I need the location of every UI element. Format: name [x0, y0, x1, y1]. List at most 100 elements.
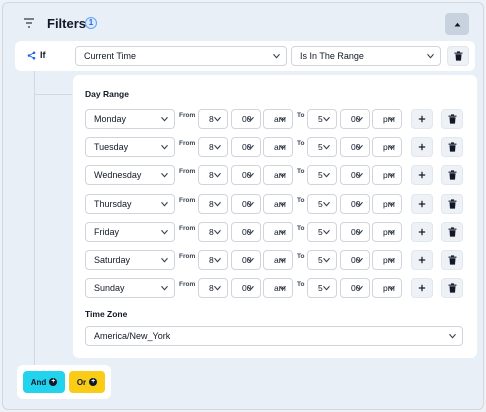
day-select[interactable]: Thursday: [85, 194, 175, 214]
to-minute-select[interactable]: 00: [340, 109, 370, 129]
day-select-value: Wednesday: [94, 170, 142, 180]
from-hour-select[interactable]: 8: [198, 137, 228, 157]
from-ampm-select[interactable]: am: [263, 222, 293, 242]
plus-icon: +: [49, 378, 58, 386]
to-label: To: [297, 112, 305, 119]
chevron-down-icon: [214, 144, 221, 150]
chevron-down-icon: [323, 116, 330, 122]
delete-day-range-button[interactable]: [441, 278, 463, 298]
day-select[interactable]: Wednesday: [85, 165, 175, 185]
filter-icon[interactable]: [23, 17, 35, 29]
to-ampm-select[interactable]: pm: [372, 222, 402, 242]
add-day-range-button[interactable]: [411, 250, 433, 270]
from-hour-select[interactable]: 8: [198, 250, 228, 270]
add-day-range-button[interactable]: [411, 165, 433, 185]
and-label: And: [30, 377, 47, 387]
day-select[interactable]: Friday: [85, 222, 175, 242]
field-select[interactable]: Current Time: [75, 46, 287, 66]
from-minute-select[interactable]: 00: [231, 278, 261, 298]
from-minute-select[interactable]: 00: [231, 222, 261, 242]
chevron-down-icon: [388, 172, 395, 178]
from-hour-select[interactable]: 8: [198, 165, 228, 185]
to-ampm-select[interactable]: pm: [372, 165, 402, 185]
from-hour-select[interactable]: 8: [198, 109, 228, 129]
chevron-down-icon: [323, 257, 330, 263]
to-hour-select[interactable]: 5: [307, 250, 337, 270]
collapse-button[interactable]: [445, 13, 469, 35]
to-hour-select[interactable]: 5: [307, 278, 337, 298]
chevron-down-icon: [161, 257, 168, 263]
chevron-down-icon: [279, 172, 286, 178]
trash-icon: [448, 199, 456, 209]
chevron-down-icon: [356, 116, 363, 122]
to-hour-select[interactable]: 5: [307, 222, 337, 242]
from-ampm-select[interactable]: am: [263, 137, 293, 157]
from-ampm-select[interactable]: am: [263, 165, 293, 185]
add-day-range-button[interactable]: [411, 222, 433, 242]
from-hour-select[interactable]: 8: [198, 194, 228, 214]
from-minute-select[interactable]: 00: [231, 137, 261, 157]
to-minute-select[interactable]: 00: [340, 222, 370, 242]
tree-connector-horizontal: [34, 94, 72, 95]
to-minute-select[interactable]: 00: [340, 137, 370, 157]
to-minute-select[interactable]: 00: [340, 194, 370, 214]
to-ampm-select[interactable]: pm: [372, 109, 402, 129]
add-day-range-button[interactable]: [411, 109, 433, 129]
from-hour-select[interactable]: 8: [198, 278, 228, 298]
from-ampm-select[interactable]: am: [263, 194, 293, 214]
to-ampm-select[interactable]: pm: [372, 278, 402, 298]
from-minute-select[interactable]: 00: [231, 165, 261, 185]
from-hour-select[interactable]: 8: [198, 222, 228, 242]
chevron-down-icon: [427, 53, 434, 59]
chevron-down-icon: [323, 144, 330, 150]
to-minute-select[interactable]: 00: [340, 278, 370, 298]
chevron-down-icon: [214, 285, 221, 291]
to-minute-select[interactable]: 00: [340, 165, 370, 185]
trash-icon: [448, 114, 456, 124]
to-minute-select[interactable]: 00: [340, 250, 370, 270]
chevron-down-icon: [214, 257, 221, 263]
day-select[interactable]: Sunday: [85, 278, 175, 298]
from-minute-select[interactable]: 00: [231, 250, 261, 270]
chevron-down-icon: [356, 257, 363, 263]
from-minute-select[interactable]: 00: [231, 194, 261, 214]
to-ampm-select[interactable]: pm: [372, 250, 402, 270]
day-select[interactable]: Saturday: [85, 250, 175, 270]
or-button[interactable]: Or +: [69, 371, 105, 393]
trash-icon: [448, 255, 456, 265]
delete-day-range-button[interactable]: [441, 109, 463, 129]
and-button[interactable]: And +: [23, 371, 65, 393]
to-hour-select[interactable]: 5: [307, 109, 337, 129]
delete-day-range-button[interactable]: [441, 137, 463, 157]
delete-day-range-button[interactable]: [441, 165, 463, 185]
to-hour-select[interactable]: 5: [307, 137, 337, 157]
to-hour-select[interactable]: 5: [307, 194, 337, 214]
operator-select[interactable]: Is In The Range: [291, 46, 441, 66]
add-day-range-button[interactable]: [411, 137, 433, 157]
plus-icon: [418, 200, 426, 208]
tree-connector-vertical: [34, 71, 35, 371]
to-hour-select[interactable]: 5: [307, 165, 337, 185]
time-zone-select[interactable]: America/New_York: [85, 326, 463, 346]
from-ampm-select[interactable]: am: [263, 250, 293, 270]
delete-day-range-button[interactable]: [441, 194, 463, 214]
chevron-down-icon: [356, 201, 363, 207]
plus-icon: [418, 115, 426, 123]
delete-condition-button[interactable]: [447, 46, 469, 66]
plus-icon: [418, 228, 426, 236]
delete-day-range-button[interactable]: [441, 250, 463, 270]
add-day-range-button[interactable]: [411, 278, 433, 298]
from-minute-select[interactable]: 00: [231, 109, 261, 129]
day-select[interactable]: Tuesday: [85, 137, 175, 157]
chevron-down-icon: [247, 285, 254, 291]
to-ampm-select[interactable]: pm: [372, 194, 402, 214]
branch-icon: [27, 51, 36, 59]
day-select-value: Thursday: [94, 199, 132, 209]
to-ampm-select[interactable]: pm: [372, 137, 402, 157]
from-ampm-select[interactable]: am: [263, 109, 293, 129]
delete-day-range-button[interactable]: [441, 222, 463, 242]
from-ampm-select[interactable]: am: [263, 278, 293, 298]
add-day-range-button[interactable]: [411, 194, 433, 214]
day-select[interactable]: Monday: [85, 109, 175, 129]
trash-icon: [448, 142, 456, 152]
